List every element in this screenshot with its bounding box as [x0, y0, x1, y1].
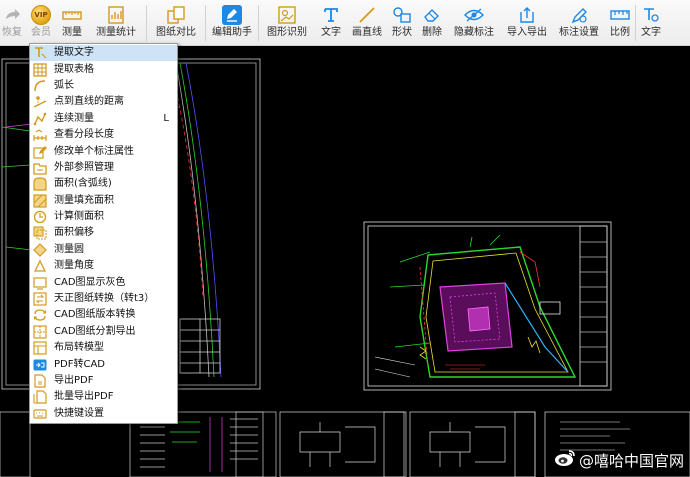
menu-item-gray-display[interactable]: CAD图显示灰色 [30, 274, 177, 290]
menu-item-extract-text[interactable]: 提取文字 [30, 45, 177, 62]
import-export-button[interactable]: 导入导出 [501, 0, 553, 45]
menu-item-side-area[interactable]: 计算侧面积 [30, 209, 177, 225]
import-export-icon [516, 5, 538, 25]
segment-length-icon [33, 128, 47, 142]
compare-icon [165, 5, 187, 25]
line-icon [356, 5, 378, 25]
pdf-to-cad-icon [33, 358, 47, 372]
version-convert-icon [33, 308, 47, 322]
menu-item-extract-table[interactable]: 提取表格 [30, 61, 177, 77]
weibo-logo-icon [554, 449, 576, 471]
point-line-distance-icon [33, 95, 47, 109]
vip-badge: VIP [31, 5, 51, 25]
watermark-text: @嘻哈中国官网 [578, 451, 684, 470]
shortcut-settings-icon [33, 407, 47, 421]
extract-text-icon [33, 46, 47, 60]
menu-item-measure-angle[interactable]: 测量角度 [30, 258, 177, 274]
shape-recognition-button[interactable]: 图形识别 [259, 0, 315, 45]
menu-item-measure-circle[interactable]: 测量圆 [30, 242, 177, 258]
menu-item-fill-area[interactable]: 测量填充面积 [30, 193, 177, 209]
menu-item-continuous-measure[interactable]: 连续测量 L [30, 111, 177, 127]
annotation-settings-button[interactable]: 标注设置 [553, 0, 605, 45]
delete-button[interactable]: 删除 [417, 0, 447, 45]
vip-icon: VIP [30, 5, 52, 25]
shape-button[interactable]: 形状 [387, 0, 417, 45]
area-arc-icon [33, 177, 47, 191]
xref-manager-icon [33, 161, 47, 175]
site-plan-sheet [363, 221, 612, 391]
hide-annotation-button[interactable]: 隐藏标注 [447, 0, 501, 45]
area-offset-icon [33, 226, 47, 241]
menu-item-tangent-convert[interactable]: 天正图纸转换（转t3） [30, 291, 177, 307]
redo-icon [1, 5, 23, 25]
annotation-settings-icon [568, 5, 590, 25]
menu-item-area-offset[interactable]: 面积偏移 [30, 225, 177, 241]
eraser-icon [421, 5, 443, 25]
menu-item-pdf-to-cad[interactable]: PDF转CAD [30, 356, 177, 372]
export-pdf-icon [33, 374, 47, 388]
edit-annotation-icon [33, 145, 47, 159]
scale-button[interactable]: 比例 [605, 0, 635, 45]
menu-item-point-line-distance[interactable]: 点到直线的距离 [30, 94, 177, 110]
tangent-convert-icon [33, 292, 47, 306]
menu-item-area-arc[interactable]: 面积(含弧线) [30, 176, 177, 192]
watermark: @嘻哈中国官网 [554, 449, 684, 471]
menu-item-arc-length[interactable]: 弧长 [30, 78, 177, 94]
menu-item-layout-to-model[interactable]: 布局转模型 [30, 340, 177, 356]
menu-item-edit-annotation[interactable]: 修改单个标注属性 [30, 143, 177, 159]
menu-item-export-pdf[interactable]: 导出PDF [30, 373, 177, 389]
text-button[interactable]: 文字 [315, 0, 347, 45]
draw-line-button[interactable]: 画直线 [347, 0, 387, 45]
scale-icon [609, 5, 631, 25]
menu-item-version-convert[interactable]: CAD图纸版本转换 [30, 307, 177, 323]
batch-export-pdf-icon [33, 390, 47, 404]
continuous-measure-icon [33, 112, 47, 126]
side-area-icon [33, 210, 47, 224]
main-toolbar: 恢复 VIP 会员 测量 测量统计 图纸对比 编辑助手 图形识别 文字 画直线 … [0, 0, 690, 46]
menu-item-shortcut-settings[interactable]: 快捷键设置 [30, 406, 177, 422]
measure-angle-icon [33, 259, 47, 273]
vip-button[interactable]: VIP 会员 [24, 0, 58, 45]
measure-button[interactable]: 测量 [58, 0, 86, 45]
arc-length-icon [33, 79, 47, 93]
shape-recognition-icon [276, 5, 298, 25]
menu-item-segment-length[interactable]: 查看分段长度 [30, 127, 177, 143]
text-search-icon [640, 5, 662, 25]
measure-circle-icon [33, 243, 47, 257]
shape-icon [391, 5, 413, 25]
edit-assistant-icon [221, 5, 243, 25]
extract-table-icon [33, 62, 47, 77]
shortcut-hint: L [163, 113, 169, 125]
text-icon [320, 5, 342, 25]
layout-to-model-icon [33, 341, 47, 355]
edit-assistant-button[interactable]: 编辑助手 [206, 0, 258, 45]
menu-item-split-export[interactable]: CAD图纸分割导出 [30, 324, 177, 340]
measure-stats-icon [105, 5, 127, 25]
measure-ruler-icon [61, 5, 83, 25]
menu-item-batch-export-pdf[interactable]: 批量导出PDF [30, 389, 177, 405]
gray-display-icon [33, 276, 47, 290]
compare-button[interactable]: 图纸对比 [147, 0, 205, 45]
measure-dropdown-menu: 提取文字 提取表格 弧长 点到直线的距离 连续测量 L 查看分段长度 修改单个标… [29, 43, 178, 424]
redo-button[interactable]: 恢复 [0, 0, 24, 45]
hide-annotation-icon [463, 5, 485, 25]
fill-area-icon [33, 194, 47, 208]
text-search-button[interactable]: 文字 [636, 0, 666, 45]
menu-item-xref-manager[interactable]: 外部参照管理 [30, 160, 177, 176]
split-export-icon [33, 325, 47, 339]
measure-stats-button[interactable]: 测量统计 [86, 0, 146, 45]
